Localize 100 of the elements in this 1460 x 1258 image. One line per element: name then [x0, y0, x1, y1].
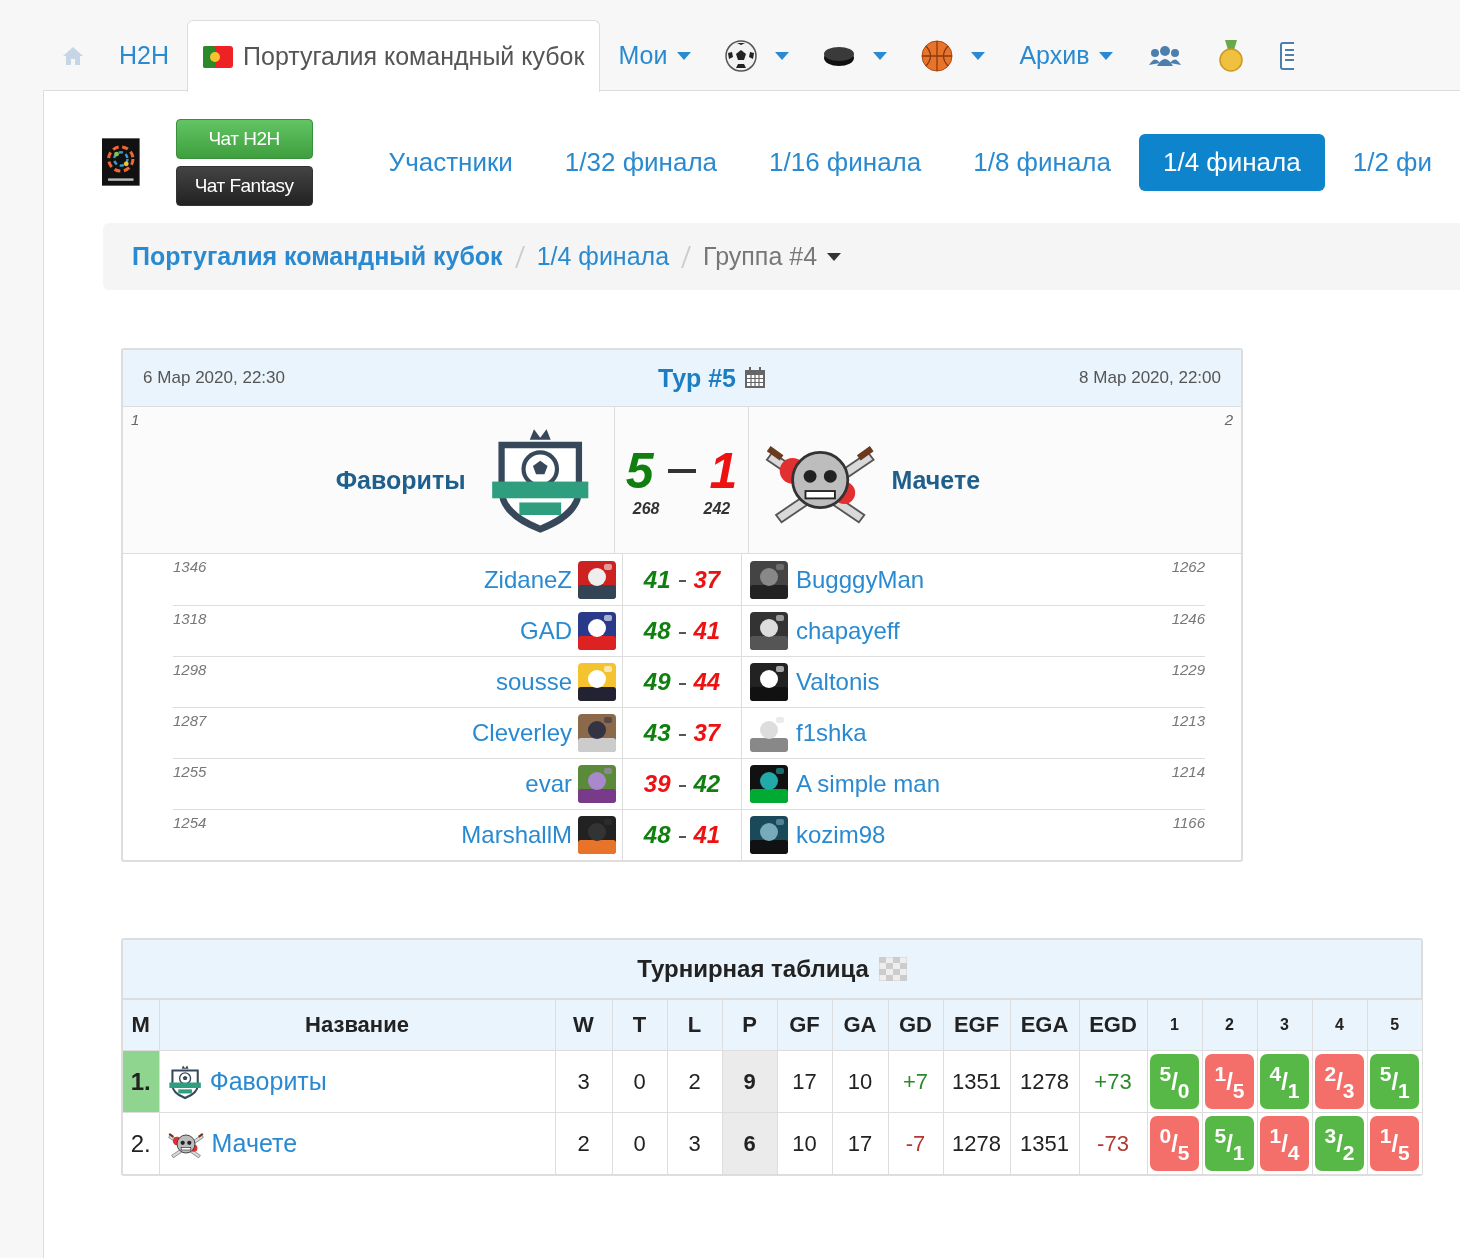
player-rating: 1255	[173, 763, 207, 780]
column-header: М	[123, 999, 159, 1051]
player-link[interactable]: BugggyMan	[796, 565, 925, 594]
result-badge: $^{3}$/$_{2}$	[1315, 1116, 1364, 1171]
column-header: GD	[888, 999, 943, 1051]
column-header: 3	[1257, 999, 1312, 1051]
result-badge: $^{2}$/$_{3}$	[1315, 1054, 1364, 1109]
breadcrumb-link[interactable]: 1/4 финала	[536, 242, 670, 271]
player-rating: 1246	[1171, 610, 1205, 627]
group-dropdown[interactable]: Группа #4	[703, 242, 842, 271]
result-badge: $^{5}$/$_{1}$	[1205, 1116, 1254, 1171]
breadcrumb-link[interactable]: Португалия командный кубок	[132, 242, 503, 271]
column-header: GA	[832, 999, 888, 1051]
match-score: 5 1	[625, 442, 738, 500]
result-badge: $^{1}$/$_{4}$	[1260, 1116, 1309, 1171]
team-name: Фавориты	[335, 465, 466, 495]
player-link[interactable]: sousse	[495, 668, 572, 696]
position-cell: 2.	[123, 1112, 159, 1174]
round-tab[interactable]: Участники	[364, 133, 537, 191]
caret-icon	[775, 51, 790, 60]
table-cell: 17	[832, 1112, 888, 1174]
player-link[interactable]: MarshallM	[461, 821, 572, 849]
game-score: 48 41	[643, 821, 721, 849]
result-badge: $^{1}$/$_{5}$	[1370, 1116, 1420, 1171]
column-header: EGF	[943, 999, 1010, 1051]
caret-icon	[677, 51, 692, 60]
player-link[interactable]: chapayeff	[796, 617, 900, 645]
table-cell: +7	[888, 1050, 943, 1113]
player-rating: 1213	[1171, 712, 1205, 729]
round-tab[interactable]: 1/16 финала	[745, 133, 946, 191]
team-points: 242	[703, 500, 731, 518]
player-rating: 1346	[173, 558, 207, 575]
team-link[interactable]: Мачете	[211, 1129, 298, 1158]
result-badge: $^{5}$/$_{1}$	[1370, 1054, 1420, 1109]
round-tab[interactable]: 1/8 финала	[949, 133, 1135, 191]
caret-icon	[1099, 51, 1114, 60]
player-rating: 1262	[1171, 558, 1205, 575]
player-rating: 1214	[1171, 763, 1205, 780]
column-header: 2	[1202, 999, 1257, 1051]
column-header: GF	[777, 999, 832, 1051]
table-cell: 2	[667, 1050, 722, 1113]
player-rating: 1166	[1172, 814, 1205, 831]
table-cell: 10	[777, 1112, 832, 1174]
player-link[interactable]: evar	[525, 770, 572, 798]
chat-button[interactable]: Чат Fantasy	[175, 165, 313, 206]
table-cell: 1278	[943, 1112, 1010, 1174]
shield-emblem-icon	[167, 1063, 202, 1100]
round-tab[interactable]: 1/2 фи	[1328, 133, 1456, 191]
table-cell: +73	[1079, 1050, 1147, 1113]
table-cell: 1351	[943, 1050, 1010, 1113]
people-icon	[1148, 43, 1183, 68]
player-link[interactable]: GAD	[520, 617, 572, 645]
table-cell: 17	[777, 1050, 832, 1113]
table-cell: 3	[667, 1112, 722, 1174]
calendar-icon	[743, 367, 766, 389]
column-header: T	[612, 999, 667, 1051]
table-cell: -73	[1079, 1112, 1147, 1174]
start-date: 6 Мар 2020, 22:30	[143, 368, 285, 388]
game-score: 39 42	[643, 770, 721, 798]
round-tab[interactable]: 1/32 финала	[540, 133, 742, 191]
table-cell: 10	[832, 1050, 888, 1113]
team-name: Мачете	[891, 465, 981, 495]
team-points: 268	[632, 500, 660, 518]
result-badge: $^{5}$/$_{0}$	[1150, 1054, 1199, 1109]
column-header: Название	[159, 999, 555, 1051]
player-link[interactable]: ZidaneZ	[483, 565, 572, 594]
table-cell: 9	[722, 1050, 777, 1113]
player-rating: 1318	[173, 610, 207, 627]
caret-icon	[827, 252, 842, 261]
game-score: 41 37	[643, 565, 721, 594]
player-link[interactable]: f1shka	[796, 719, 867, 747]
caret-icon	[971, 51, 986, 60]
medal-icon	[1218, 39, 1245, 72]
nav-tab[interactable]: Мои	[602, 20, 708, 90]
player-link[interactable]: Cleverley	[471, 719, 572, 747]
nav-tab[interactable]: Португалия командный кубок	[187, 20, 601, 92]
player-rating: 1254	[173, 814, 207, 831]
chat-button[interactable]: Чат H2H	[175, 118, 313, 159]
hockey-puck-icon	[823, 44, 856, 67]
nav-tab[interactable]: Архив	[1003, 20, 1130, 90]
soccer-ball-icon	[725, 39, 758, 72]
table-cell: 0	[612, 1112, 667, 1174]
table-cell: 3	[555, 1050, 612, 1113]
nav-tab[interactable]: H2H	[103, 20, 185, 90]
column-header: P	[722, 999, 777, 1051]
player-link[interactable]: kozim98	[796, 821, 886, 849]
result-badge: $^{4}$/$_{1}$	[1260, 1054, 1309, 1109]
result-badge: $^{0}$/$_{5}$	[1150, 1116, 1199, 1171]
game-score: 43 37	[643, 719, 721, 747]
player-link[interactable]: A simple man	[796, 770, 941, 798]
game-score: 48 41	[643, 617, 721, 645]
basketball-icon	[921, 39, 954, 72]
team-link[interactable]: Фавориты	[209, 1067, 327, 1096]
player-link[interactable]: Valtonis	[796, 668, 880, 696]
home-icon	[62, 45, 84, 66]
column-header: 1	[1147, 999, 1202, 1051]
end-date: 8 Мар 2020, 22:00	[1079, 368, 1221, 388]
table-cell: 0	[612, 1050, 667, 1113]
caret-icon	[873, 51, 888, 60]
round-tab[interactable]: 1/4 финала	[1138, 133, 1325, 191]
